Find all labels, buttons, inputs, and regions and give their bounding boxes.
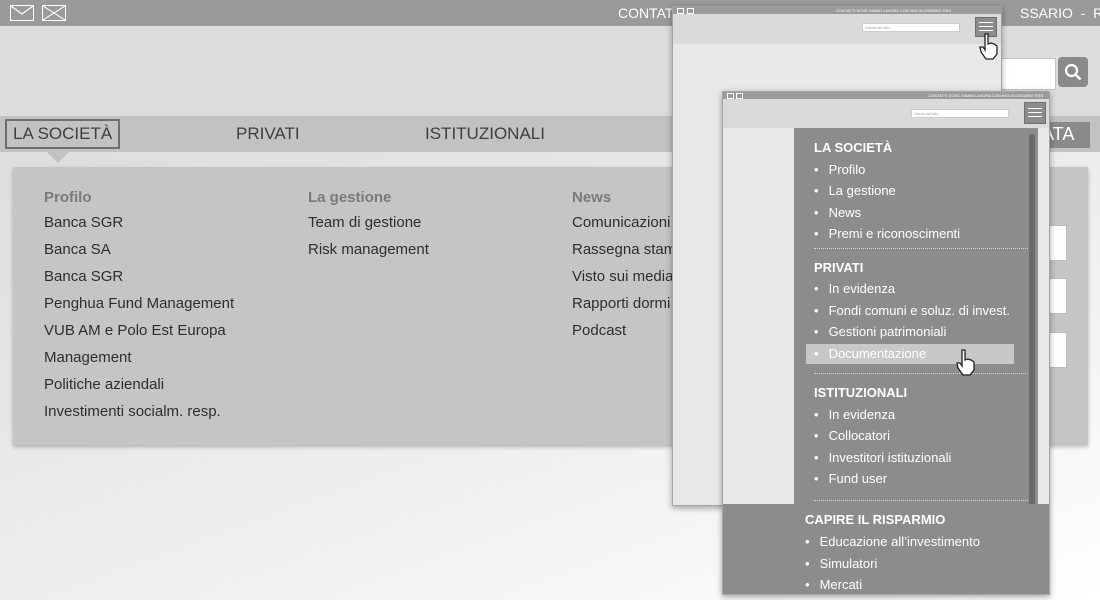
mega-link[interactable]: Politiche aziendali <box>44 376 234 403</box>
menu-item[interactable]: Collocatori <box>814 428 890 443</box>
menu-item[interactable]: Premi e riconoscimenti <box>814 226 961 241</box>
mega-field[interactable] <box>1048 225 1067 261</box>
mega-link[interactable]: Investimenti socialm. resp. <box>44 403 234 430</box>
divider <box>814 373 1028 374</box>
menu-item[interactable]: News <box>814 205 862 220</box>
menu-item[interactable]: In evidenza <box>814 407 896 422</box>
menu-item[interactable]: Fondi comuni e soluz. di invest. <box>814 303 1010 318</box>
mega-link[interactable]: Visto sui media <box>572 268 685 295</box>
divider <box>814 500 1028 501</box>
search-icon <box>1064 63 1082 81</box>
nav-pointer <box>47 152 69 163</box>
mega-link[interactable]: Team di gestione <box>308 214 429 241</box>
menu-item[interactable]: In evidenza <box>814 281 896 296</box>
mail-icon[interactable] <box>10 5 34 21</box>
mega-link[interactable]: Podcast <box>572 322 685 349</box>
menu-item[interactable]: Investitori istituzionali <box>814 450 952 465</box>
mega-link[interactable]: VUB AM e Polo Est Europa <box>44 322 234 349</box>
preview-window-mobile: CONTATTI DOVE SIAMO LAVORA CON NOI GLOSS… <box>722 91 1050 595</box>
mega-link[interactable]: Banca SGR <box>44 268 234 295</box>
mega-col-profilo: Profilo Banca SGR Banca SA Banca SGR Pen… <box>44 189 234 430</box>
mega-link[interactable]: Banca SA <box>44 241 234 268</box>
search-button[interactable] <box>1058 57 1088 87</box>
mega-heading[interactable]: News <box>572 189 685 206</box>
menu-item[interactable]: Fund user <box>814 471 888 486</box>
mega-link[interactable]: Management <box>44 349 234 376</box>
mega-link[interactable]: Risk management <box>308 241 429 268</box>
hamburger-menu-button[interactable] <box>1024 102 1046 124</box>
menu-item[interactable]: Simulatori <box>805 556 878 571</box>
mini-topbar: CONTATTI DOVE SIAMO LAVORA CON NOI GLOSS… <box>673 7 1001 14</box>
mega-link[interactable]: Rassegna stamp <box>572 241 685 268</box>
mini-top-links: CONTATTI DOVE SIAMO LAVORA CON NOI GLOSS… <box>928 93 1043 98</box>
mega-link[interactable]: Banca SGR <box>44 214 234 241</box>
menu-lower-section: CAPIRE IL RISPARMIO Educazione all’inves… <box>723 504 1049 594</box>
menu-scrollbar[interactable] <box>1029 134 1035 516</box>
mini-header: Cerca nel sito <box>673 14 1001 44</box>
mega-heading[interactable]: Profilo <box>44 189 234 206</box>
menu-section-title[interactable]: CAPIRE IL RISPARMIO <box>805 512 945 527</box>
search-input[interactable] <box>1000 58 1056 90</box>
mini-top-links: CONTATTI DOVE SIAMO LAVORA CON NOI GLOSS… <box>836 8 951 13</box>
share-icon[interactable] <box>42 5 66 21</box>
nav-istituzionali[interactable]: ISTITUZIONALI <box>425 124 545 144</box>
mega-col-gestione: La gestione Team di gestione Risk manage… <box>308 189 429 268</box>
top-links-right[interactable]: SSARIO - RSS <box>1020 5 1100 21</box>
mega-link[interactable]: Rapporti dormi <box>572 295 685 322</box>
menu-item[interactable]: Gestioni patrimoniali <box>814 324 947 339</box>
menu-item[interactable]: Educazione all’investimento <box>805 534 980 549</box>
mini-topbar: CONTATTI DOVE SIAMO LAVORA CON NOI GLOSS… <box>723 92 1049 99</box>
menu-section-title[interactable]: ISTITUZIONALI <box>814 385 907 400</box>
mega-heading[interactable]: La gestione <box>308 189 429 206</box>
hand-cursor-icon <box>956 349 975 376</box>
mega-col-news: News Comunicazioni Rassegna stamp Visto … <box>572 189 685 349</box>
nav-privati[interactable]: PRIVATI <box>236 124 300 144</box>
mini-header: Cerca nel sito <box>723 99 1049 128</box>
mega-field[interactable] <box>1048 332 1067 368</box>
menu-item[interactable]: Mercati <box>805 577 863 592</box>
menu-item[interactable]: La gestione <box>814 183 896 198</box>
menu-section-title[interactable]: LA SOCIETÀ <box>814 140 892 155</box>
nav-la-societa[interactable]: LA SOCIETÀ <box>5 119 121 149</box>
menu-item[interactable]: Profilo <box>814 162 866 177</box>
menu-section-title[interactable]: PRIVATI <box>814 260 863 275</box>
mini-search-input[interactable]: Cerca nel sito <box>862 23 960 32</box>
menu-item-highlighted[interactable]: Documentazione <box>806 344 1014 364</box>
mega-link[interactable]: Comunicazioni <box>572 214 685 241</box>
divider <box>814 248 1028 249</box>
mini-search-input[interactable]: Cerca nel sito <box>911 109 1009 118</box>
mega-field[interactable] <box>1048 278 1067 314</box>
hand-cursor-icon <box>979 33 998 60</box>
mega-link[interactable]: Penghua Fund Management <box>44 295 234 322</box>
